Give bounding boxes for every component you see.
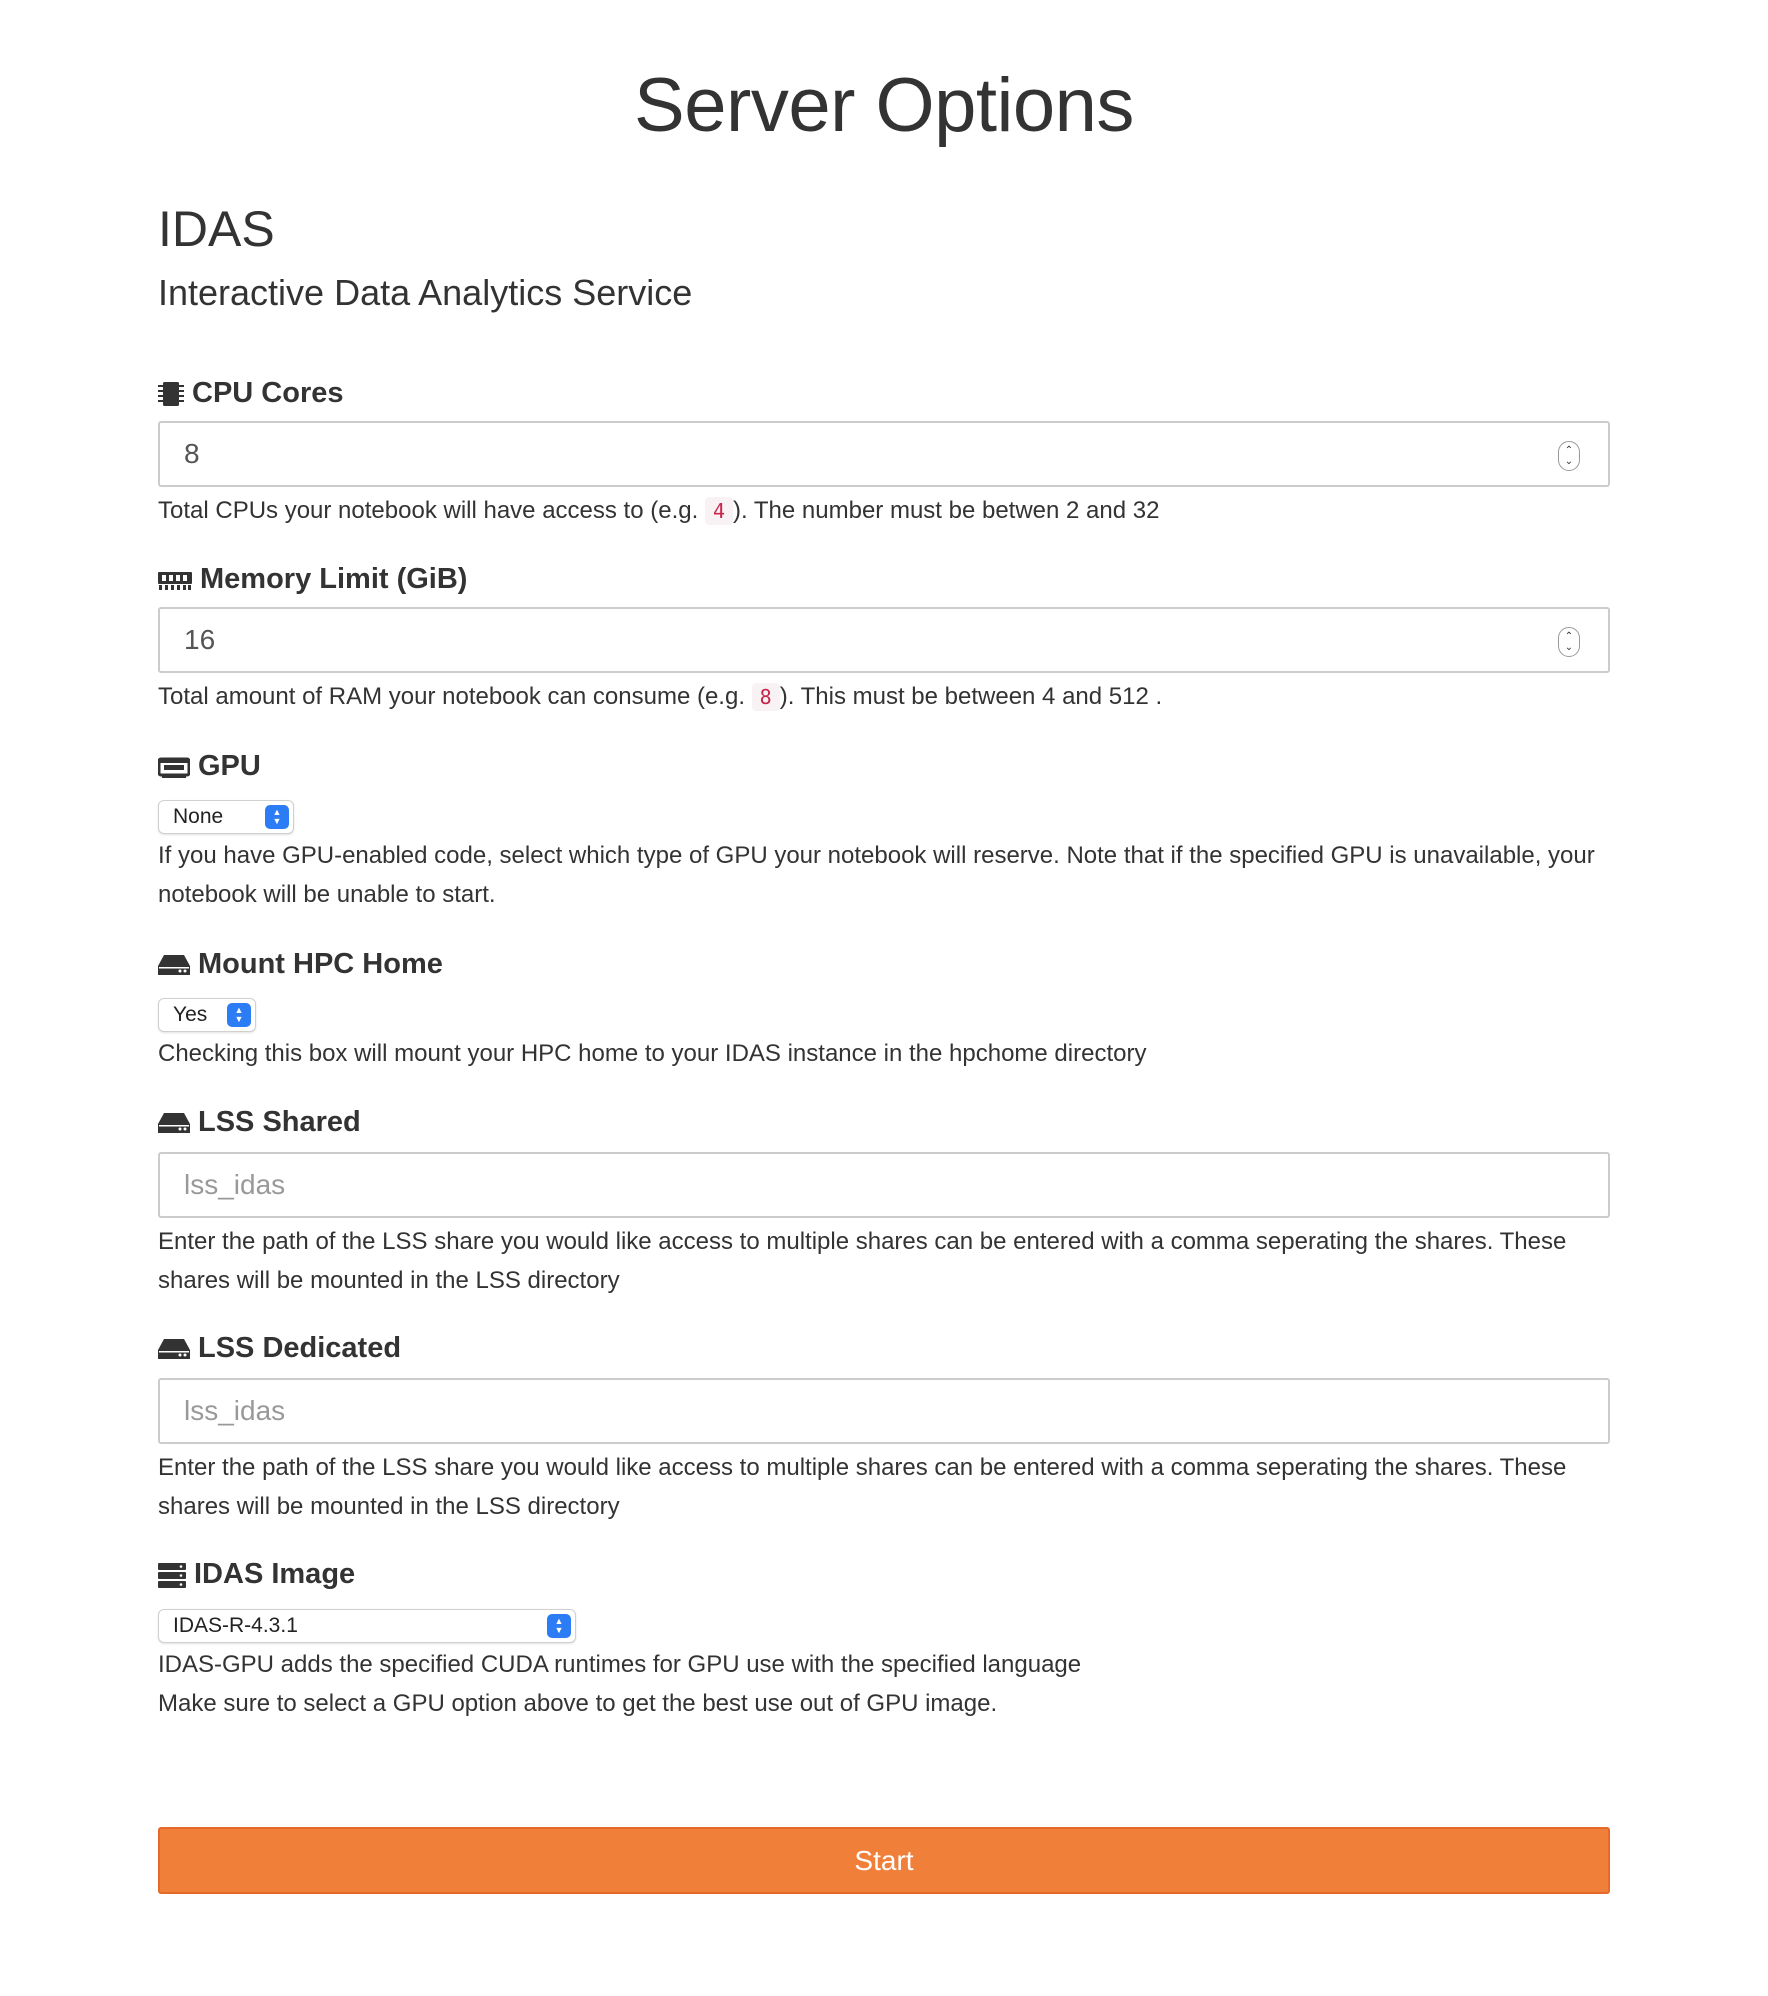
- cpu-cores-input[interactable]: 8 ⌃ ⌄: [158, 421, 1610, 487]
- lss-shared-placeholder: lss_idas: [184, 1169, 286, 1200]
- hard-drive-icon: [158, 1337, 190, 1361]
- select-arrows-icon: ▲ ▼: [265, 805, 289, 829]
- memory-icon: [158, 569, 192, 591]
- cpu-example-code: 4: [704, 497, 733, 525]
- idas-image-selected-value: IDAS-R-4.3.1: [173, 1614, 298, 1637]
- lss-dedicated-help-text: Enter the path of the LSS share you woul…: [158, 1454, 1567, 1520]
- memory-limit-input[interactable]: 16 ⌃ ⌄: [158, 607, 1610, 673]
- start-button[interactable]: Start: [158, 1827, 1610, 1894]
- idas-image-select[interactable]: IDAS-R-4.3.1 ▲ ▼: [158, 1609, 576, 1643]
- lss-dedicated-label: LSS Dedicated: [158, 1332, 401, 1365]
- lss-shared-input[interactable]: lss_idas: [158, 1152, 1610, 1218]
- chevron-up-icon: ⌃: [1564, 445, 1574, 456]
- gpu-selected-value: None: [173, 805, 224, 828]
- hpc-home-label-text: Mount HPC Home: [198, 948, 443, 980]
- idas-image-label-text: IDAS Image: [194, 1558, 356, 1590]
- memory-help-prefix: Total amount of RAM your notebook can co…: [158, 683, 745, 710]
- cpu-help-suffix: ). The number must be betwen 2 and 32: [732, 497, 1160, 524]
- idas-image-help-line2: Make sure to select a GPU option above t…: [158, 1690, 998, 1717]
- cpu-label: CPU Cores: [158, 377, 344, 410]
- memory-label-text: Memory Limit (GiB): [200, 563, 468, 595]
- lss-shared-label-text: LSS Shared: [198, 1106, 361, 1138]
- server-options-page: Server Options IDAS Interactive Data Ana…: [0, 0, 1768, 1996]
- memory-label: Memory Limit (GiB): [158, 563, 467, 596]
- app-name: IDAS: [158, 201, 275, 257]
- chevron-down-icon: ⌄: [1564, 642, 1574, 653]
- lss-dedicated-placeholder: lss_idas: [184, 1395, 286, 1426]
- chevron-down-icon: ⌄: [1564, 456, 1574, 467]
- cpu-cores-value: 8: [184, 438, 200, 469]
- gpu-help-text: If you have GPU-enabled code, select whi…: [158, 842, 1595, 908]
- cpu-chip-icon: [158, 380, 184, 408]
- select-arrows-icon: ▲ ▼: [547, 1614, 571, 1638]
- app-subtitle: Interactive Data Analytics Service: [158, 272, 693, 313]
- page-title: Server Options: [634, 63, 1134, 148]
- chevron-up-icon: ⌃: [1564, 631, 1574, 642]
- gpu-label: GPU: [158, 750, 261, 783]
- memory-limit-value: 16: [184, 624, 216, 655]
- gpu-select[interactable]: None ▲ ▼: [158, 800, 294, 834]
- hpc-home-label: Mount HPC Home: [158, 948, 443, 981]
- cpu-label-text: CPU Cores: [192, 377, 344, 409]
- lss-dedicated-label-text: LSS Dedicated: [198, 1332, 402, 1364]
- lss-dedicated-input[interactable]: lss_idas: [158, 1378, 1610, 1444]
- gpu-label-text: GPU: [198, 750, 261, 782]
- idas-image-label: IDAS Image: [158, 1558, 355, 1591]
- hpc-home-select[interactable]: Yes ▲ ▼: [158, 998, 256, 1032]
- hpc-home-help-text: Checking this box will mount your HPC ho…: [158, 1040, 1147, 1067]
- lss-shared-help-text: Enter the path of the LSS share you woul…: [158, 1228, 1567, 1294]
- idas-image-help-line1: IDAS-GPU adds the specified CUDA runtime…: [158, 1651, 1082, 1678]
- memory-help-text: Total amount of RAM your notebook can co…: [158, 677, 1610, 717]
- server-stack-icon: [158, 1562, 186, 1588]
- cpu-cores-stepper[interactable]: ⌃ ⌄: [1558, 441, 1580, 471]
- gpu-card-icon: [158, 755, 190, 779]
- hpc-home-selected-value: Yes: [173, 1003, 208, 1026]
- lss-shared-label: LSS Shared: [158, 1106, 361, 1139]
- cpu-help-prefix: Total CPUs your notebook will have acces…: [158, 497, 699, 524]
- hard-drive-icon: [158, 1111, 190, 1135]
- memory-limit-stepper[interactable]: ⌃ ⌄: [1558, 627, 1580, 657]
- select-arrows-icon: ▲ ▼: [227, 1003, 251, 1027]
- memory-help-suffix: ). This must be between 4 and 512 .: [779, 683, 1163, 710]
- memory-example-code: 8: [751, 683, 780, 711]
- cpu-help-text: Total CPUs your notebook will have acces…: [158, 491, 1610, 531]
- hard-drive-icon: [158, 953, 190, 977]
